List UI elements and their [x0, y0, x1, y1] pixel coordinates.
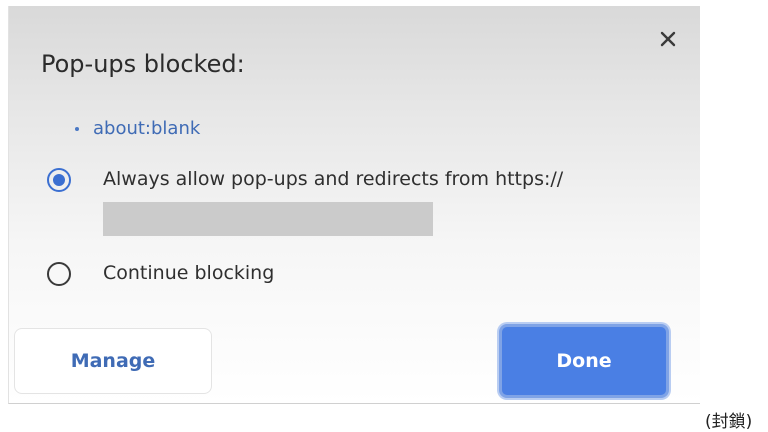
- close-button[interactable]: [653, 24, 683, 54]
- close-icon: [660, 31, 676, 47]
- radio-always-allow[interactable]: [47, 168, 71, 192]
- bullet-icon: [75, 126, 79, 131]
- blocked-popup-link[interactable]: about:blank: [93, 118, 200, 139]
- option-always-allow-label: Always allow pop-ups and redirects from …: [103, 168, 564, 190]
- done-button[interactable]: Done: [499, 324, 669, 398]
- redacted-url: [103, 202, 433, 236]
- dialog-title: Pop-ups blocked:: [41, 50, 245, 78]
- blocked-popup-item: about:blank: [75, 118, 200, 139]
- footnote-label: (封鎖): [705, 412, 753, 432]
- radio-continue-blocking[interactable]: [47, 262, 71, 286]
- manage-button[interactable]: Manage: [14, 328, 212, 394]
- popup-blocked-dialog: Pop-ups blocked: about:blank Always allo…: [8, 6, 700, 404]
- option-continue-blocking[interactable]: Continue blocking: [47, 260, 274, 286]
- option-always-allow[interactable]: Always allow pop-ups and redirects from …: [47, 166, 563, 192]
- option-continue-blocking-label: Continue blocking: [103, 262, 275, 284]
